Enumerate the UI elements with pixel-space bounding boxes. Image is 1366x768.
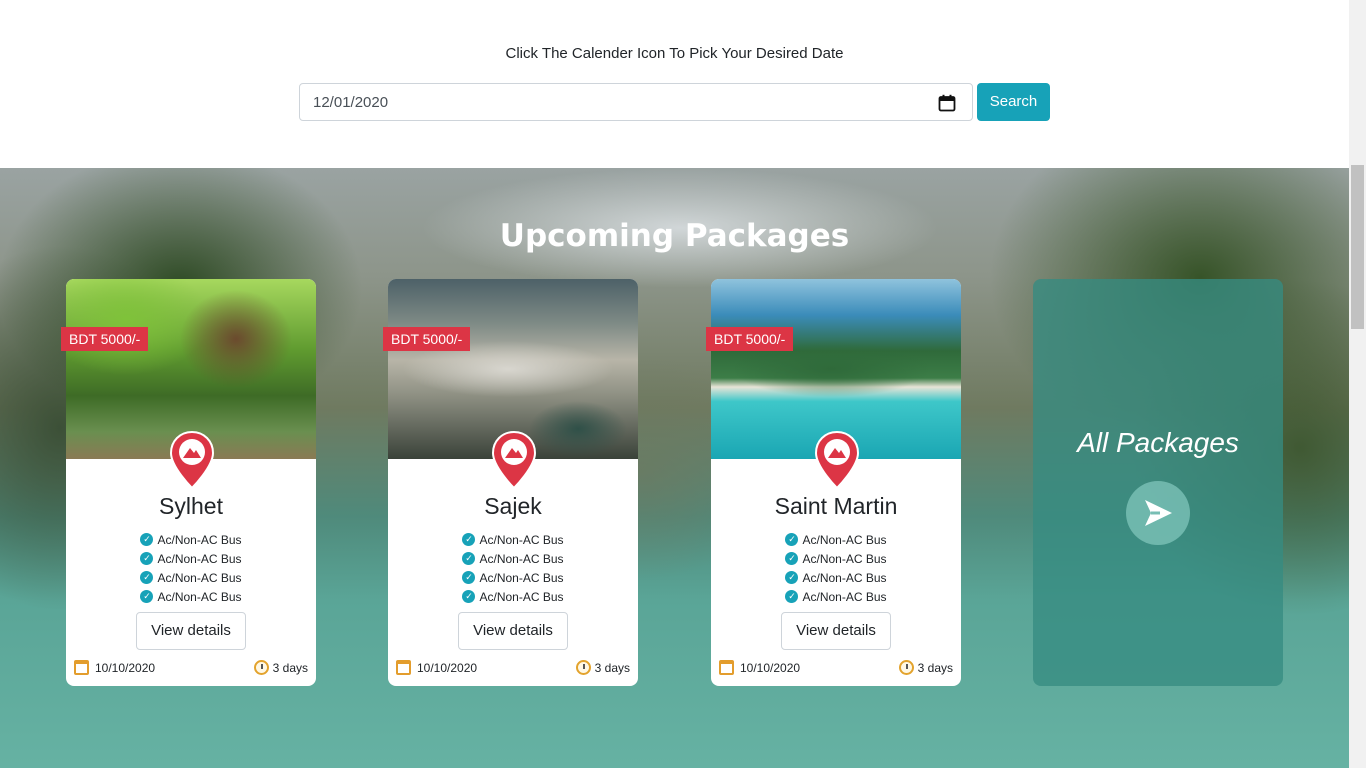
clock-icon xyxy=(575,660,591,675)
feature-item: ✓ Ac/Non-AC Bus xyxy=(711,568,961,587)
upcoming-packages-section: Upcoming Packages BDT 5000/- Sylhet ✓ Ac/… xyxy=(0,168,1349,768)
package-name: Sajek xyxy=(484,493,542,519)
date-search-section: Click The Calender Icon To Pick Your Des… xyxy=(0,0,1349,168)
clock-icon xyxy=(898,660,914,675)
package-duration: 3 days xyxy=(898,660,953,675)
page-scrollbar[interactable] xyxy=(1349,0,1366,768)
feature-item: ✓ Ac/Non-AC Bus xyxy=(388,530,638,549)
feature-item: ✓ Ac/Non-AC Bus xyxy=(66,530,316,549)
feature-item: ✓ Ac/Non-AC Bus xyxy=(66,549,316,568)
check-circle-icon: ✓ xyxy=(462,590,476,603)
feature-item: ✓ Ac/Non-AC Bus xyxy=(388,587,638,606)
view-details-button[interactable]: View details xyxy=(458,612,568,650)
check-circle-icon: ✓ xyxy=(140,533,154,546)
package-date: 10/10/2020 xyxy=(74,660,155,675)
check-circle-icon: ✓ xyxy=(785,571,799,584)
map-pin-icon xyxy=(492,431,536,489)
date-caption: Click The Calender Icon To Pick Your Des… xyxy=(505,45,844,62)
package-name: Saint Martin xyxy=(774,493,898,519)
feature-item: ✓ Ac/Non-AC Bus xyxy=(388,568,638,587)
package-name: Sylhet xyxy=(159,493,223,519)
package-date: 10/10/2020 xyxy=(719,660,800,675)
check-circle-icon: ✓ xyxy=(462,552,476,565)
calendar-icon xyxy=(396,660,411,675)
view-details-button[interactable]: View details xyxy=(781,612,891,650)
feature-list: ✓ Ac/Non-AC Bus ✓ Ac/Non-AC Bus ✓ Ac/Non-AC… xyxy=(66,530,316,606)
check-circle-icon: ✓ xyxy=(785,590,799,603)
feature-item: ✓ Ac/Non-AC Bus xyxy=(66,587,316,606)
section-title: Upcoming Packages xyxy=(499,218,850,254)
page: Click The Calender Icon To Pick Your Des… xyxy=(0,0,1349,768)
calendar-icon xyxy=(719,660,734,675)
clock-icon xyxy=(253,660,269,675)
view-details-button[interactable]: View details xyxy=(136,612,246,650)
check-circle-icon: ✓ xyxy=(140,590,154,603)
check-circle-icon: ✓ xyxy=(785,533,799,546)
calendar-icon[interactable] xyxy=(938,94,956,112)
calendar-icon xyxy=(74,660,89,675)
send-arrow-icon xyxy=(1145,500,1172,526)
price-badge: BDT 5000/- xyxy=(383,327,471,351)
map-pin-icon xyxy=(170,431,214,489)
package-duration: 3 days xyxy=(575,660,630,675)
package-card-sajek: BDT 5000/- Sajek ✓ Ac/Non-AC Bus ✓ Ac/Non-… xyxy=(383,279,638,686)
feature-item: ✓ Ac/Non-AC Bus xyxy=(711,530,961,549)
package-card-sylhet: BDT 5000/- Sylhet ✓ Ac/Non-AC Bus ✓ Ac/Non… xyxy=(61,279,316,686)
feature-item: ✓ Ac/Non-AC Bus xyxy=(388,549,638,568)
all-packages-button[interactable] xyxy=(1126,481,1190,545)
package-duration: 3 days xyxy=(253,660,308,675)
check-circle-icon: ✓ xyxy=(140,552,154,565)
date-value: 12/01/2020 xyxy=(313,94,389,111)
search-button[interactable]: Search xyxy=(977,83,1050,121)
check-circle-icon: ✓ xyxy=(462,533,476,546)
all-packages-card[interactable]: All Packages xyxy=(1033,279,1283,686)
package-card-saint-martin: BDT 5000/- Saint Martin ✓ Ac/Non-AC Bus ✓… xyxy=(706,279,961,686)
feature-item: ✓ Ac/Non-AC Bus xyxy=(66,568,316,587)
feature-list: ✓ Ac/Non-AC Bus ✓ Ac/Non-AC Bus ✓ Ac/Non-AC… xyxy=(388,530,638,606)
price-badge: BDT 5000/- xyxy=(61,327,149,351)
feature-item: ✓ Ac/Non-AC Bus xyxy=(711,549,961,568)
check-circle-icon: ✓ xyxy=(785,552,799,565)
feature-list: ✓ Ac/Non-AC Bus ✓ Ac/Non-AC Bus ✓ Ac/Non-AC… xyxy=(711,530,961,606)
all-packages-label: All Packages xyxy=(1077,427,1239,458)
date-input[interactable]: 12/01/2020 xyxy=(299,83,973,121)
map-pin-icon xyxy=(815,431,859,489)
price-badge: BDT 5000/- xyxy=(706,327,794,351)
package-date: 10/10/2020 xyxy=(396,660,477,675)
feature-item: ✓ Ac/Non-AC Bus xyxy=(711,587,961,606)
check-circle-icon: ✓ xyxy=(140,571,154,584)
check-circle-icon: ✓ xyxy=(462,571,476,584)
scrollbar-thumb[interactable] xyxy=(1351,165,1364,329)
